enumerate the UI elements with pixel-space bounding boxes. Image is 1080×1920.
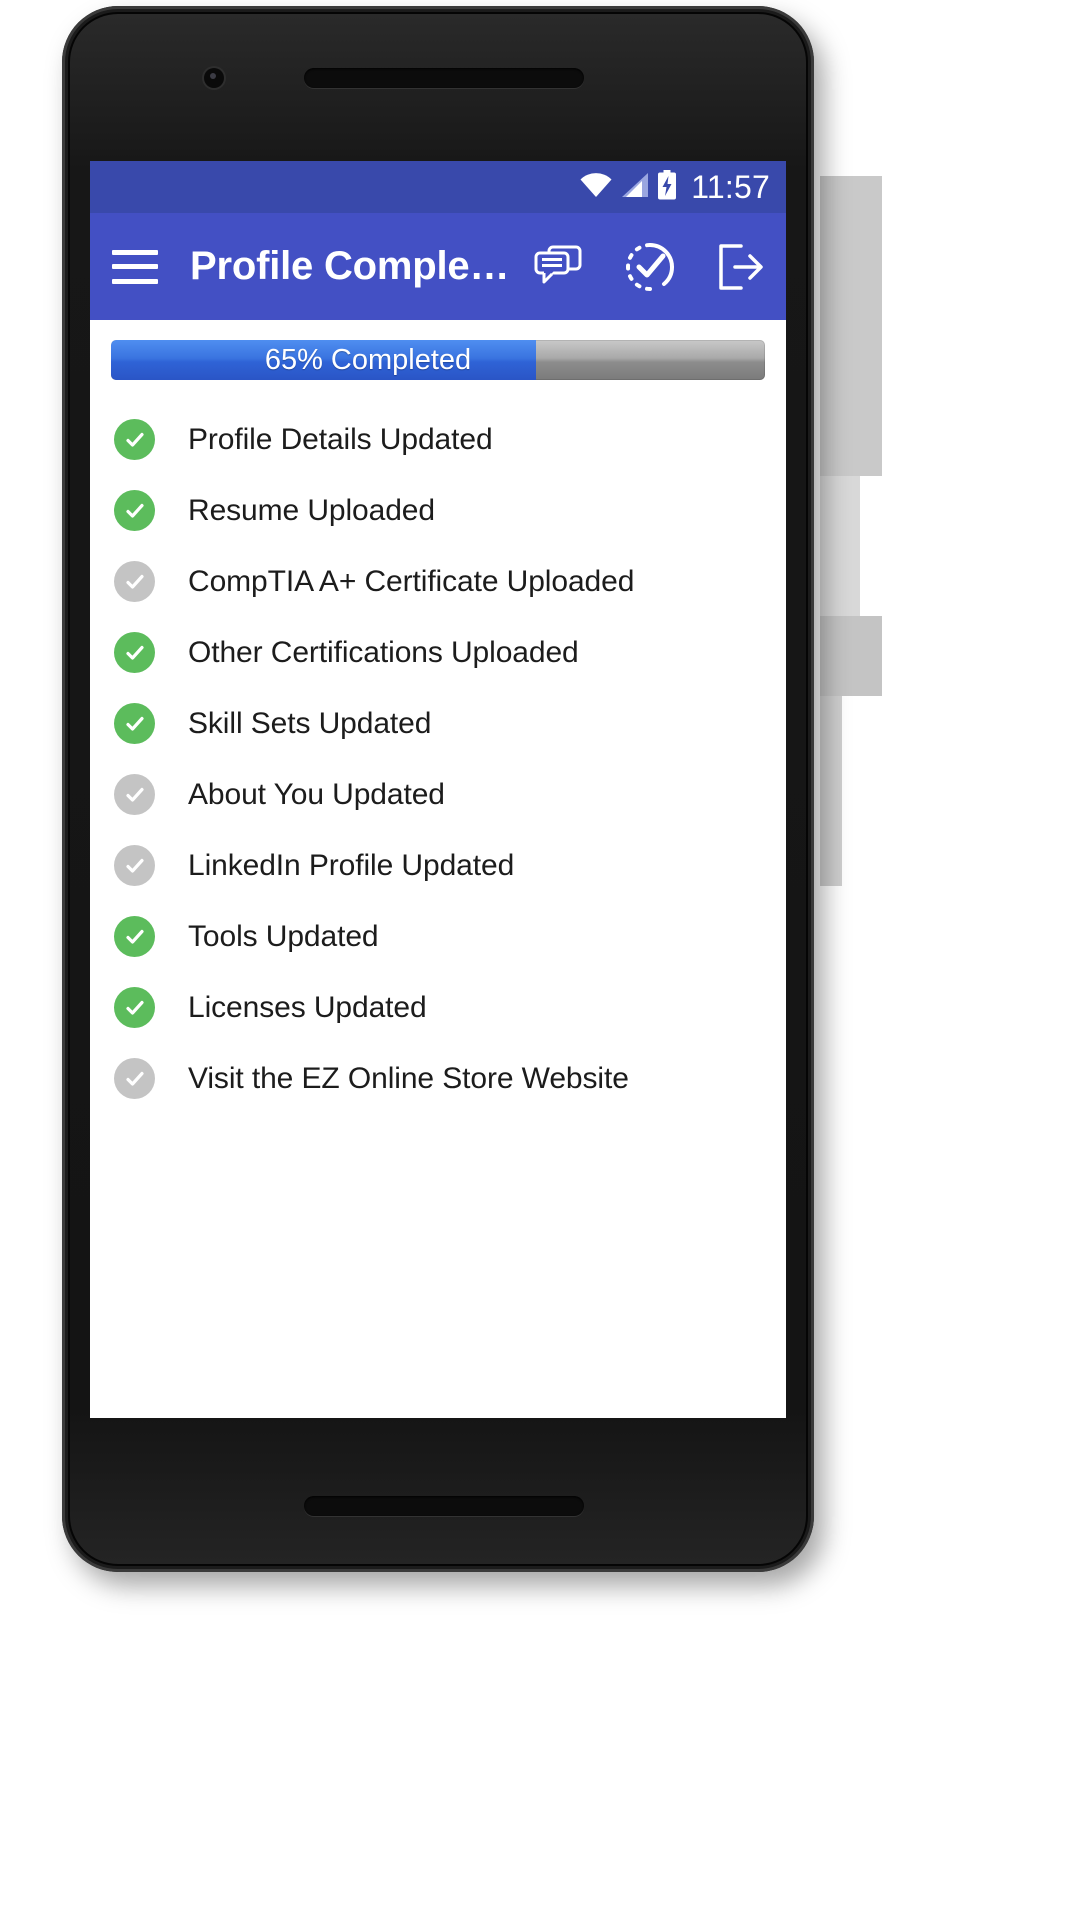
- checklist-item[interactable]: Other Certifications Uploaded: [90, 617, 786, 688]
- logout-icon[interactable]: [712, 239, 768, 295]
- checklist-item[interactable]: About You Updated: [90, 759, 786, 830]
- checklist-item[interactable]: Tools Updated: [90, 901, 786, 972]
- screenshot-stage: 11:57 Profile Comple… 65% Completed Prof…: [0, 0, 1080, 1920]
- check-circle-todo-icon: [114, 774, 155, 815]
- checklist-item-label: LinkedIn Profile Updated: [188, 848, 515, 882]
- checklist-item-label: Skill Sets Updated: [188, 706, 432, 740]
- check-circle-done-icon: [114, 703, 155, 744]
- checklist-item-label: CompTIA A+ Certificate Uploaded: [188, 564, 635, 598]
- phone-device-frame: 11:57 Profile Comple… 65% Completed Prof…: [62, 6, 814, 1572]
- checklist-item-label: Other Certifications Uploaded: [188, 635, 579, 669]
- progress-check-icon[interactable]: [622, 239, 678, 295]
- profile-checklist: Profile Details Updated Resume Uploaded Co…: [90, 380, 786, 1114]
- background-block: [820, 616, 882, 696]
- checklist-item-label: Visit the EZ Online Store Website: [188, 1061, 629, 1095]
- background-block: [820, 696, 842, 886]
- app-bar-actions: [532, 239, 768, 295]
- check-circle-done-icon: [114, 987, 155, 1028]
- checklist-item[interactable]: Resume Uploaded: [90, 475, 786, 546]
- check-circle-done-icon: [114, 419, 155, 460]
- battery-charging-icon: [657, 169, 677, 205]
- checklist-item-label: About You Updated: [188, 777, 445, 811]
- checklist-item-label: Licenses Updated: [188, 990, 427, 1024]
- status-bar: 11:57: [90, 161, 786, 213]
- checklist-item[interactable]: Skill Sets Updated: [90, 688, 786, 759]
- checklist-item-label: Resume Uploaded: [188, 493, 435, 527]
- cellular-signal-icon: [620, 172, 650, 203]
- progress-label: 65% Completed: [264, 343, 472, 376]
- page-title: Profile Comple…: [190, 244, 510, 288]
- check-circle-done-icon: [114, 490, 155, 531]
- background-block: [820, 476, 860, 616]
- check-circle-todo-icon: [114, 561, 155, 602]
- wifi-icon: [579, 172, 613, 203]
- checklist-item[interactable]: Profile Details Updated: [90, 404, 786, 475]
- checklist-item-label: Tools Updated: [188, 919, 379, 953]
- app-bar: Profile Comple…: [90, 213, 786, 320]
- check-circle-todo-icon: [114, 845, 155, 886]
- hamburger-menu-icon[interactable]: [112, 249, 158, 284]
- checklist-item[interactable]: Licenses Updated: [90, 972, 786, 1043]
- bottom-speaker: [304, 1496, 584, 1516]
- checklist-item-label: Profile Details Updated: [188, 422, 493, 456]
- content-area: 65% Completed Profile Details Updated Res…: [90, 320, 786, 1418]
- status-bar-icons: [579, 169, 677, 205]
- background-block: [820, 176, 882, 476]
- checklist-item[interactable]: CompTIA A+ Certificate Uploaded: [90, 546, 786, 617]
- check-circle-todo-icon: [114, 1058, 155, 1099]
- messages-icon[interactable]: [532, 239, 588, 295]
- checklist-item[interactable]: LinkedIn Profile Updated: [90, 830, 786, 901]
- front-camera-icon: [204, 68, 224, 88]
- status-bar-clock: 11:57: [691, 169, 770, 205]
- phone-screen: 11:57 Profile Comple… 65% Completed Prof…: [90, 161, 786, 1418]
- check-circle-done-icon: [114, 632, 155, 673]
- progress-section: 65% Completed: [90, 320, 786, 380]
- profile-completion-progressbar[interactable]: 65% Completed: [111, 340, 765, 380]
- earpiece-speaker: [304, 68, 584, 88]
- check-circle-done-icon: [114, 916, 155, 957]
- checklist-item[interactable]: Visit the EZ Online Store Website: [90, 1043, 786, 1114]
